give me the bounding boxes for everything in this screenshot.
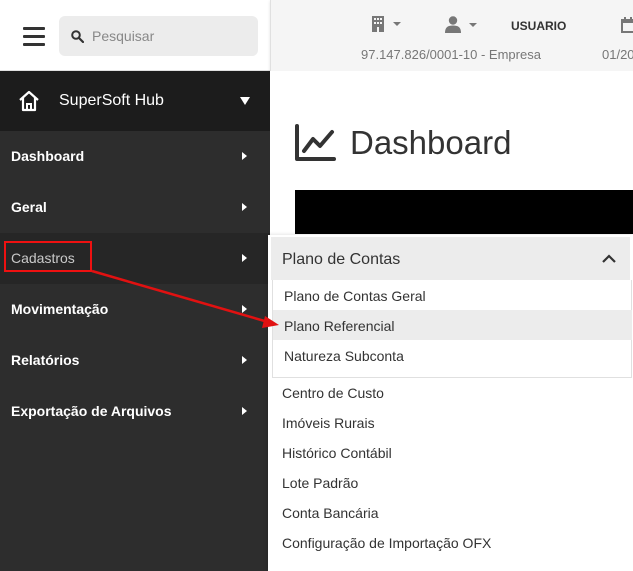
menu-item-plano-referencial[interactable]: Plano Referencial bbox=[273, 310, 632, 340]
menu-item-historico-contabil[interactable]: Histórico Contábil bbox=[271, 437, 630, 467]
menu-item-natureza-subconta[interactable]: Natureza Subconta bbox=[273, 340, 632, 370]
hamburger-menu-icon[interactable] bbox=[23, 27, 45, 47]
menu-item-label: Natureza Subconta bbox=[284, 348, 404, 364]
chevron-down-icon bbox=[393, 22, 401, 26]
company-info: 97.147.826/0001-10 - Empresa bbox=[361, 47, 541, 62]
user-menu[interactable] bbox=[445, 16, 477, 33]
search-box[interactable] bbox=[59, 16, 258, 56]
sidebar-item-label: Movimentação bbox=[11, 301, 109, 317]
sidebar-item-exportacao[interactable]: Exportação de Arquivos bbox=[0, 386, 270, 437]
submenu-group-items: Plano de Contas Geral Plano Referencial … bbox=[272, 280, 632, 378]
page-title: Dashboard bbox=[350, 124, 512, 161]
menu-item-label: Plano de Contas Geral bbox=[284, 288, 426, 304]
cadastros-flyout-menu: Plano de Contas Plano de Contas Geral Pl… bbox=[268, 235, 633, 571]
chevron-right-icon bbox=[242, 356, 247, 364]
menu-item-imoveis-rurais[interactable]: Imóveis Rurais bbox=[271, 407, 630, 437]
menu-item-label: Plano Referencial bbox=[284, 318, 395, 334]
current-date: 01/20 bbox=[602, 47, 633, 62]
line-chart-icon bbox=[295, 124, 336, 161]
chevron-right-icon bbox=[242, 407, 247, 415]
user-name: USUARIO bbox=[511, 19, 567, 33]
menu-item-label: Configuração de Importação OFX bbox=[282, 535, 492, 551]
menu-item-label: Histórico Contábil bbox=[282, 445, 392, 461]
chevron-right-icon bbox=[242, 152, 247, 160]
sidebar-item-cadastros[interactable]: Cadastros bbox=[0, 233, 270, 284]
chevron-up-icon bbox=[602, 254, 616, 263]
user-icon bbox=[445, 16, 461, 33]
top-left-bar bbox=[0, 0, 270, 71]
company-selector[interactable] bbox=[371, 16, 401, 32]
chevron-down-icon bbox=[469, 22, 477, 27]
sidebar-item-label: Exportação de Arquivos bbox=[11, 403, 172, 419]
building-icon bbox=[372, 16, 384, 32]
calendar-icon[interactable] bbox=[621, 17, 633, 33]
menu-item-configuracao-importacao-ofx[interactable]: Configuração de Importação OFX bbox=[271, 527, 630, 557]
sidebar-item-label: Dashboard bbox=[11, 148, 85, 164]
sidebar-item-movimentacao[interactable]: Movimentação bbox=[0, 284, 270, 335]
caret-down-icon bbox=[240, 97, 250, 105]
home-icon bbox=[19, 90, 39, 112]
search-input[interactable] bbox=[92, 16, 252, 56]
sidebar-header[interactable]: SuperSoft Hub bbox=[0, 71, 270, 131]
chevron-right-icon bbox=[242, 254, 247, 262]
top-header: USUARIO 97.147.826/0001-10 - Empresa 01/… bbox=[270, 0, 633, 71]
menu-item-label: Conta Bancária bbox=[282, 505, 379, 521]
submenu-group-label: Plano de Contas bbox=[282, 251, 401, 268]
sidebar-item-label: Cadastros bbox=[11, 250, 75, 266]
sidebar-item-label: Geral bbox=[11, 199, 47, 215]
menu-item-label: Lote Padrão bbox=[282, 475, 359, 491]
sidebar-item-label: Relatórios bbox=[11, 352, 80, 368]
menu-item-conta-bancaria[interactable]: Conta Bancária bbox=[271, 497, 630, 527]
chevron-right-icon bbox=[242, 305, 247, 313]
sidebar-title: SuperSoft Hub bbox=[59, 92, 164, 109]
search-icon bbox=[71, 30, 84, 43]
sidebar: SuperSoft Hub Dashboard Geral Cadastros … bbox=[0, 71, 270, 571]
sidebar-item-geral[interactable]: Geral bbox=[0, 182, 270, 233]
menu-item-label: Imóveis Rurais bbox=[282, 415, 375, 431]
sidebar-item-dashboard[interactable]: Dashboard bbox=[0, 131, 270, 182]
menu-item-label: Centro de Custo bbox=[282, 385, 384, 401]
chevron-right-icon bbox=[242, 203, 247, 211]
menu-item-lote-padrao[interactable]: Lote Padrão bbox=[271, 467, 630, 497]
menu-item-centro-de-custo[interactable]: Centro de Custo bbox=[271, 377, 630, 407]
menu-item-plano-de-contas-geral[interactable]: Plano de Contas Geral bbox=[273, 280, 632, 310]
submenu-group-plano-de-contas[interactable]: Plano de Contas bbox=[271, 237, 630, 280]
sidebar-item-relatorios[interactable]: Relatórios bbox=[0, 335, 270, 386]
dashboard-banner bbox=[295, 190, 633, 234]
